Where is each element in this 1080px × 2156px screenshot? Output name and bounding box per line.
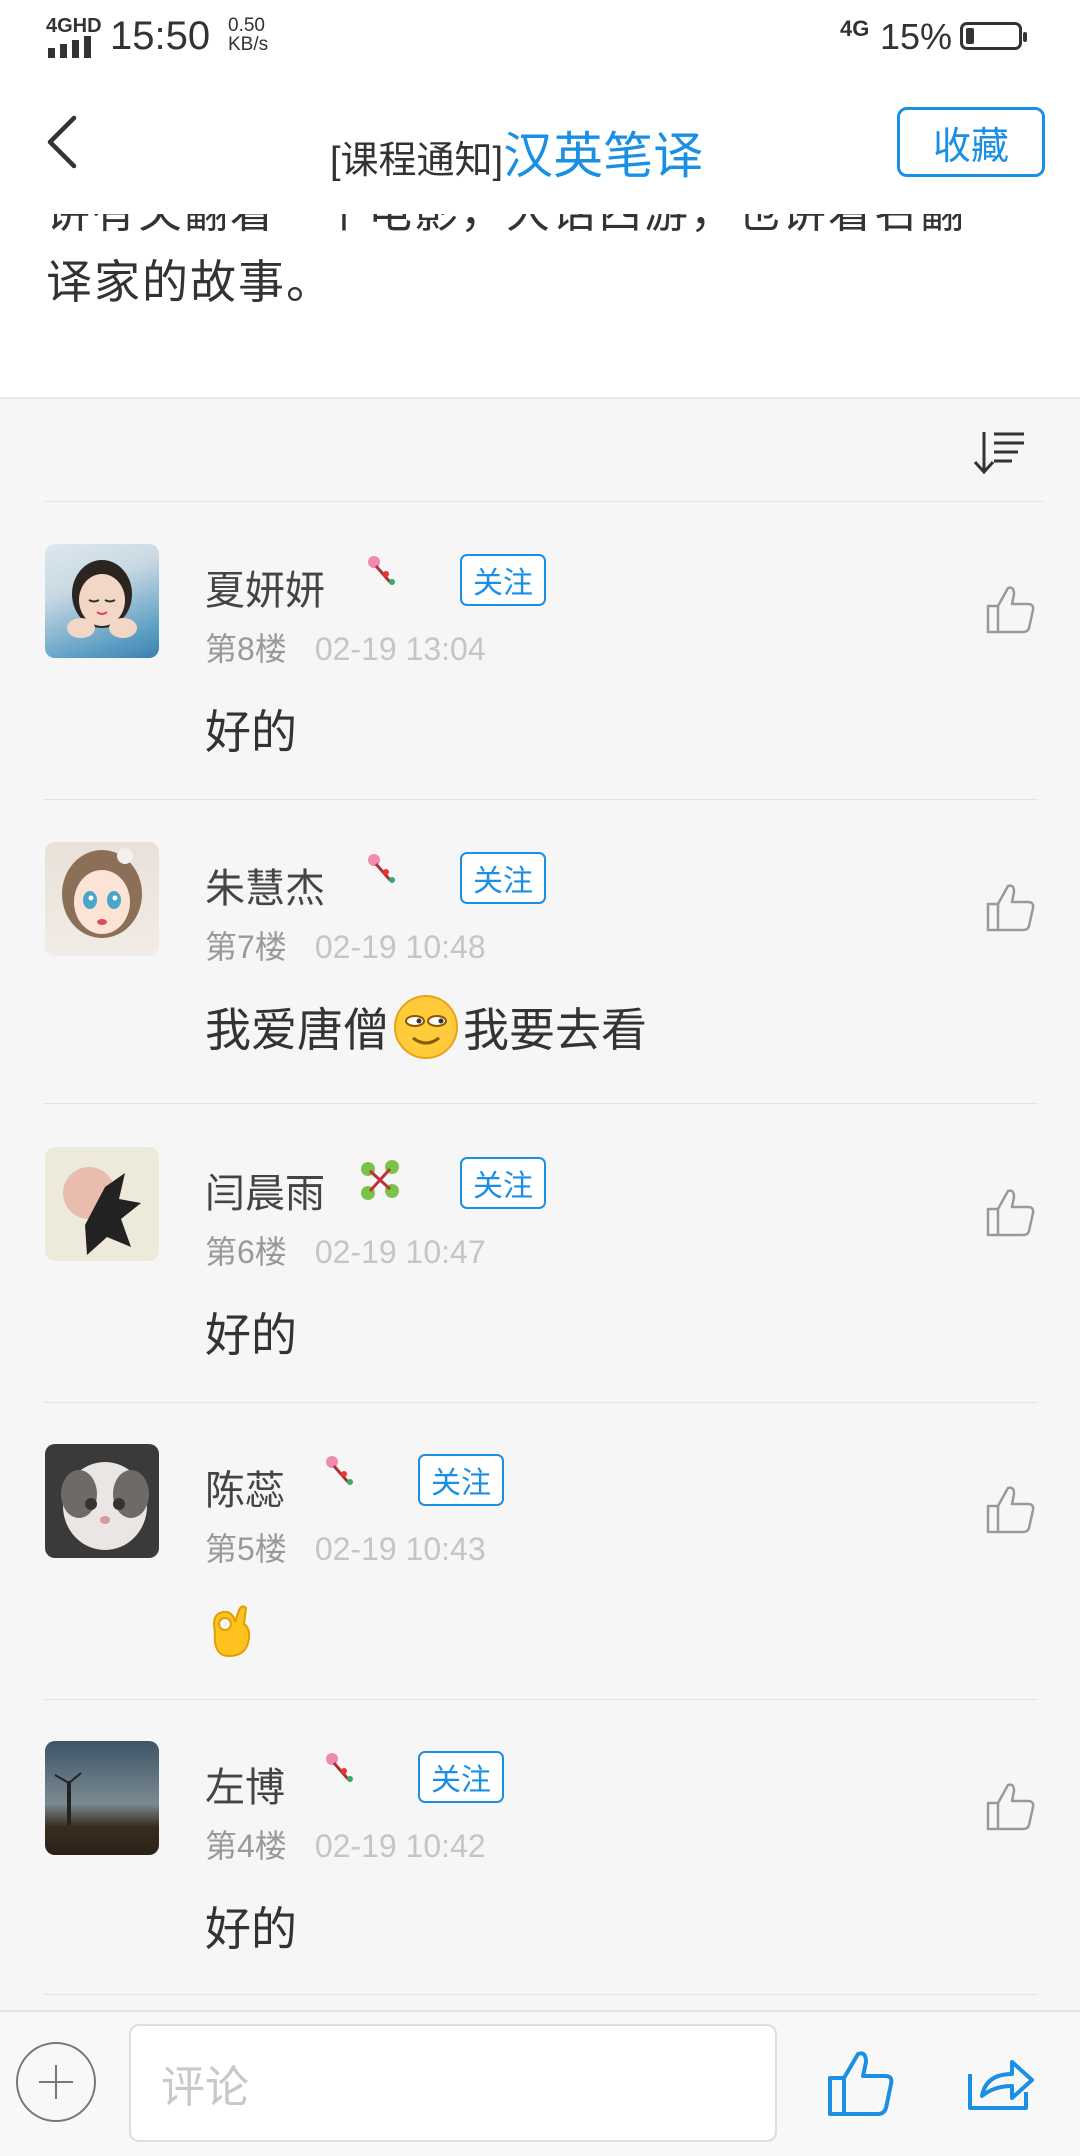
squinting-smiley-icon	[394, 995, 458, 1059]
avatar[interactable]	[45, 842, 159, 956]
ok-hand-icon	[213, 1605, 251, 1658]
comment-text	[205, 1602, 255, 1658]
thumbs-up-icon[interactable]	[984, 582, 1038, 636]
avatar[interactable]	[45, 544, 159, 658]
divider	[44, 501, 1044, 502]
thumbs-up-icon[interactable]	[984, 1482, 1038, 1536]
follow-button[interactable]: 关注	[418, 1454, 504, 1506]
floor-number: 第8楼	[205, 631, 287, 667]
comment-meta: 第8楼 02-19 13:04	[205, 624, 486, 670]
comment-author[interactable]: 左博	[205, 1755, 285, 1813]
floor-number: 第4楼	[205, 1828, 287, 1864]
floor-number: 第6楼	[205, 1234, 287, 1270]
divider	[44, 1994, 1038, 1995]
timestamp: 02-19 10:47	[314, 1234, 486, 1270]
comment-author[interactable]: 夏妍妍	[205, 558, 325, 616]
divider	[44, 1103, 1038, 1104]
header-bar: [课程通知]汉英笔译 收藏	[0, 72, 1080, 215]
sort-icon[interactable]	[972, 428, 1028, 478]
article-body: 讲有关翻着一个电影，大话西游，也讲着名翻 译家的故事。	[0, 214, 1080, 398]
pink-flower-icon	[326, 1753, 353, 1782]
follow-button[interactable]: 关注	[460, 554, 546, 606]
battery-icon	[960, 22, 1027, 50]
comment-text: 好的	[205, 706, 297, 758]
divider	[44, 1699, 1038, 1700]
comment-meta: 第7楼 02-19 10:48	[205, 922, 486, 968]
comment-text: 好的	[205, 1309, 297, 1361]
avatar[interactable]	[45, 1147, 159, 1261]
thumbs-up-icon[interactable]	[984, 1779, 1038, 1833]
title-course: 汉英笔译	[503, 128, 704, 184]
thumbs-up-icon[interactable]	[984, 880, 1038, 934]
pink-flower-icon	[326, 1456, 353, 1485]
signal-icon	[48, 36, 91, 58]
comment-text: 好的	[205, 1903, 297, 1955]
floor-number: 第5楼	[205, 1531, 287, 1567]
timestamp: 02-19 10:48	[314, 929, 486, 965]
pink-flower-icon	[368, 854, 395, 883]
status-bar: 4GHD 15:50 0.50 KB/s 4G 15%	[0, 0, 1080, 72]
back-icon[interactable]	[36, 112, 96, 172]
add-icon[interactable]	[16, 2042, 96, 2122]
thumbs-up-icon[interactable]	[984, 1185, 1038, 1239]
follow-button[interactable]: 关注	[460, 852, 546, 904]
green-clover-icon	[361, 1160, 399, 1200]
comment-author[interactable]: 闫晨雨	[205, 1161, 325, 1219]
comment-meta: 第4楼 02-19 10:42	[205, 1821, 486, 1867]
title-tag: [课程通知]	[330, 140, 504, 182]
network-type: 4GHD	[46, 15, 102, 37]
follow-button[interactable]: 关注	[418, 1751, 504, 1803]
divider	[0, 397, 1080, 399]
avatar[interactable]	[45, 1444, 159, 1558]
divider	[44, 1402, 1038, 1403]
share-icon[interactable]	[964, 2052, 1036, 2114]
timestamp: 02-19 10:42	[314, 1828, 486, 1864]
network-type-right: 4G	[840, 16, 870, 41]
divider	[44, 799, 1038, 800]
comment-bar: 评论	[0, 2010, 1080, 2156]
follow-button[interactable]: 关注	[460, 1157, 546, 1209]
avatar[interactable]	[45, 1741, 159, 1855]
comment-text: 我爱唐僧 我要去看	[205, 994, 647, 1060]
article-clipped-line: 讲有关翻着一个电影，大话西游，也讲着名翻	[46, 214, 966, 240]
like-icon[interactable]	[826, 2048, 896, 2118]
comment-input[interactable]: 评论	[129, 2024, 777, 2142]
comment-author[interactable]: 朱慧杰	[205, 856, 325, 914]
clock: 15:50	[110, 14, 211, 58]
timestamp: 02-19 13:04	[314, 631, 486, 667]
page-title: [课程通知]汉英笔译	[330, 116, 703, 188]
comment-author[interactable]: 陈蕊	[205, 1458, 285, 1516]
timestamp: 02-19 10:43	[314, 1531, 486, 1567]
comment-meta: 第6楼 02-19 10:47	[205, 1227, 486, 1273]
pink-flower-icon	[368, 556, 395, 585]
article-text: 译家的故事。	[46, 256, 334, 308]
comment-meta: 第5楼 02-19 10:43	[205, 1524, 486, 1570]
battery-percent: 15%	[880, 16, 953, 57]
favorite-button[interactable]: 收藏	[897, 107, 1045, 177]
floor-number: 第7楼	[205, 929, 287, 965]
network-speed: 0.50 KB/s	[228, 15, 269, 55]
